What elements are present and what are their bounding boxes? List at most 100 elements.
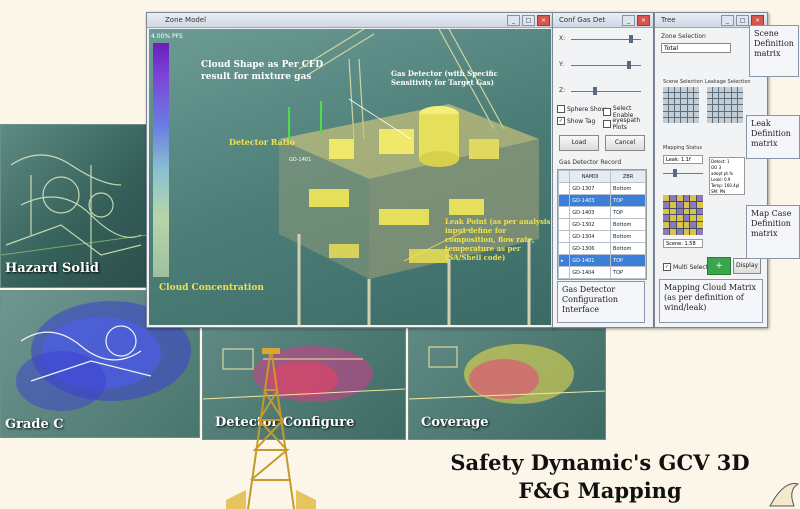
- close-button[interactable]: ×: [537, 15, 550, 26]
- map-case-definition-callout: Map Case Definition matrix: [746, 205, 800, 259]
- gas-detector-record-title: Gas Detector Record: [559, 159, 622, 166]
- mapping-status-label: Mapping Status: [663, 145, 702, 151]
- table-row[interactable]: GD-1403 TOP: [557, 206, 646, 219]
- checkbox-box: [603, 120, 611, 128]
- gas-detector-record-table: NAMDI ZBR GD-1307 Bottom GD-1403 TOP GD-14…: [557, 169, 647, 280]
- leak-value-field: Leak: 1.1f: [663, 155, 703, 164]
- column-header[interactable]: ZBR: [610, 170, 646, 183]
- add-icon: +: [715, 261, 723, 271]
- column-header[interactable]: [557, 170, 571, 183]
- thumbnail-coverage: Coverage: [408, 328, 606, 440]
- slider-x-thumb[interactable]: [629, 35, 633, 43]
- zone-selection-label: Zone Selection: [661, 33, 706, 40]
- table-row[interactable]: ▸ GD-1401 TOP: [557, 254, 646, 267]
- leak-definition-callout: Leak Definition matrix: [746, 115, 800, 159]
- mapping-slider-thumb[interactable]: [673, 169, 677, 177]
- detector-ratio-annotation: Detector Ratio: [229, 137, 295, 147]
- 3d-viewport[interactable]: 4.00% PFS Cloud Shape as Per CFD result …: [149, 29, 551, 325]
- scene-value: Scene: 1.58: [666, 241, 696, 247]
- detector-zone-cell: Bottom: [610, 182, 646, 195]
- checkbox-box: [603, 108, 611, 116]
- conf-gas-det-window: Conf Gas Det _ × X: Y: Z: Sphere Show Se…: [552, 12, 654, 328]
- leak-point-annotation: Leak Point (as per analysis input define…: [445, 217, 551, 262]
- page-corner-curl-icon: [769, 482, 800, 507]
- leakage-selection-label: Leakage Selection: [705, 79, 751, 85]
- detector-name-cell: GD-1302: [569, 218, 612, 231]
- gas-detector-annotation: Gas Detector (with Specific Sensitivity …: [391, 69, 498, 87]
- detector-name-cell: GD-1307: [569, 182, 612, 195]
- thumbnail-hazard-solid: Hazard Solid: [0, 124, 148, 288]
- slider-z-thumb[interactable]: [593, 87, 597, 95]
- detector-zone-cell: Bottom: [610, 242, 646, 255]
- zone-model-titlebar[interactable]: Zone Model _ □ ×: [147, 13, 553, 28]
- scene-definition-callout: Scene Definition matrix: [749, 25, 799, 77]
- checkbox-box: [557, 105, 565, 113]
- sphere-show-checkbox[interactable]: Sphere Show: [557, 105, 606, 113]
- mapping-slider[interactable]: [663, 173, 703, 174]
- thumbnail-label: Hazard Solid: [5, 261, 100, 276]
- detector-tag-label: GD-1401: [289, 157, 312, 163]
- detector-name-cell: GD-1404: [569, 266, 612, 279]
- table-header-row: NAMDI ZBR: [557, 170, 646, 183]
- oil-rig-tower-illustration: [226, 347, 316, 509]
- gas-detector-configuration-callout: Gas Detector Configuration Interface: [557, 281, 645, 323]
- cloud-shape-annotation: Cloud Shape as Per CFD result for mixtur…: [201, 60, 324, 82]
- slider-z[interactable]: [571, 91, 641, 92]
- table-row[interactable]: GD-1404 TOP: [557, 266, 646, 279]
- checkbox-label: Multi Select: [673, 263, 709, 271]
- maximize-button[interactable]: □: [736, 15, 749, 26]
- minimize-button[interactable]: _: [622, 15, 635, 26]
- eyespath-plots-checkbox[interactable]: eyespath Plots: [603, 117, 653, 131]
- slider-label-y: Y:: [559, 61, 564, 68]
- minimize-button[interactable]: _: [507, 15, 520, 26]
- detector-name-cell: GD-1403: [569, 194, 612, 207]
- table-row[interactable]: GD-1306 Bottom: [557, 242, 646, 255]
- mapping-cloud-matrix-callout: Mapping Cloud Matrix (as per definition …: [659, 279, 763, 323]
- window-title: Zone Model: [165, 16, 207, 24]
- detector-zone-cell: TOP: [610, 194, 646, 207]
- detector-zone-cell: TOP: [610, 254, 646, 267]
- check-icon: ✓: [557, 117, 565, 125]
- table-row[interactable]: GD-1307 Bottom: [557, 182, 646, 195]
- checkbox-label: Sphere Show: [567, 105, 607, 113]
- detector-zone-cell: Bottom: [610, 218, 646, 231]
- scene-value-field: Scene: 1.58: [663, 239, 703, 248]
- multi-select-checkbox[interactable]: ✓ Multi Select: [663, 263, 708, 271]
- zone-select[interactable]: Total: [661, 43, 731, 53]
- conf-gas-det-titlebar[interactable]: Conf Gas Det _ ×: [553, 13, 653, 28]
- thumbnail-label: Coverage: [421, 415, 489, 430]
- map-case-definition-matrix[interactable]: [663, 195, 703, 235]
- window-title: Tree: [661, 16, 676, 24]
- zone-model-window: Zone Model _ □ × 4.00% PFS Cloud Shape a…: [146, 12, 554, 328]
- column-header[interactable]: NAMDI: [569, 170, 612, 183]
- checkbox-label: Show Tag: [567, 117, 596, 125]
- add-mapping-button[interactable]: +: [707, 257, 731, 275]
- detector-name-cell: GD-1403: [569, 206, 612, 219]
- show-tag-checkbox[interactable]: ✓ Show Tag: [557, 117, 595, 125]
- leak-definition-matrix[interactable]: [707, 87, 743, 123]
- detector-name-cell: GD-1306: [569, 242, 612, 255]
- minimize-button[interactable]: _: [721, 15, 734, 26]
- load-button[interactable]: Load: [559, 135, 599, 151]
- close-button[interactable]: ×: [637, 15, 650, 26]
- maximize-button[interactable]: □: [522, 15, 535, 26]
- detector-zone-cell: TOP: [610, 206, 646, 219]
- table-row[interactable]: GD-1302 Bottom: [557, 218, 646, 231]
- table-row[interactable]: GD-1304 Bottom: [557, 230, 646, 243]
- checkbox-label: eyespath Plots: [612, 117, 641, 131]
- thumbnail-label: Grade C: [5, 417, 64, 432]
- slider-label-x: X:: [559, 35, 566, 42]
- slider-label-z: Z:: [559, 87, 566, 94]
- scene-selection-label: Scene Selection: [663, 79, 703, 85]
- display-button[interactable]: Display: [733, 258, 761, 274]
- detector-name-cell: GD-1401: [569, 254, 612, 267]
- leak-value: Leak: 1.1f: [666, 157, 691, 163]
- info-box: Detect: 1 OO 3 adopt pt.% Leakl: 0.9 Tem…: [709, 157, 745, 195]
- slider-y-thumb[interactable]: [627, 61, 631, 69]
- table-row[interactable]: GD-1403 TOP: [557, 194, 646, 207]
- scene-definition-matrix[interactable]: [663, 87, 699, 123]
- check-icon: ✓: [663, 263, 671, 271]
- caption-line-1: Safety Dynamic's GCV 3D: [450, 450, 750, 475]
- zone-select-value: Total: [664, 45, 679, 52]
- cancel-button[interactable]: Cancel: [605, 135, 645, 151]
